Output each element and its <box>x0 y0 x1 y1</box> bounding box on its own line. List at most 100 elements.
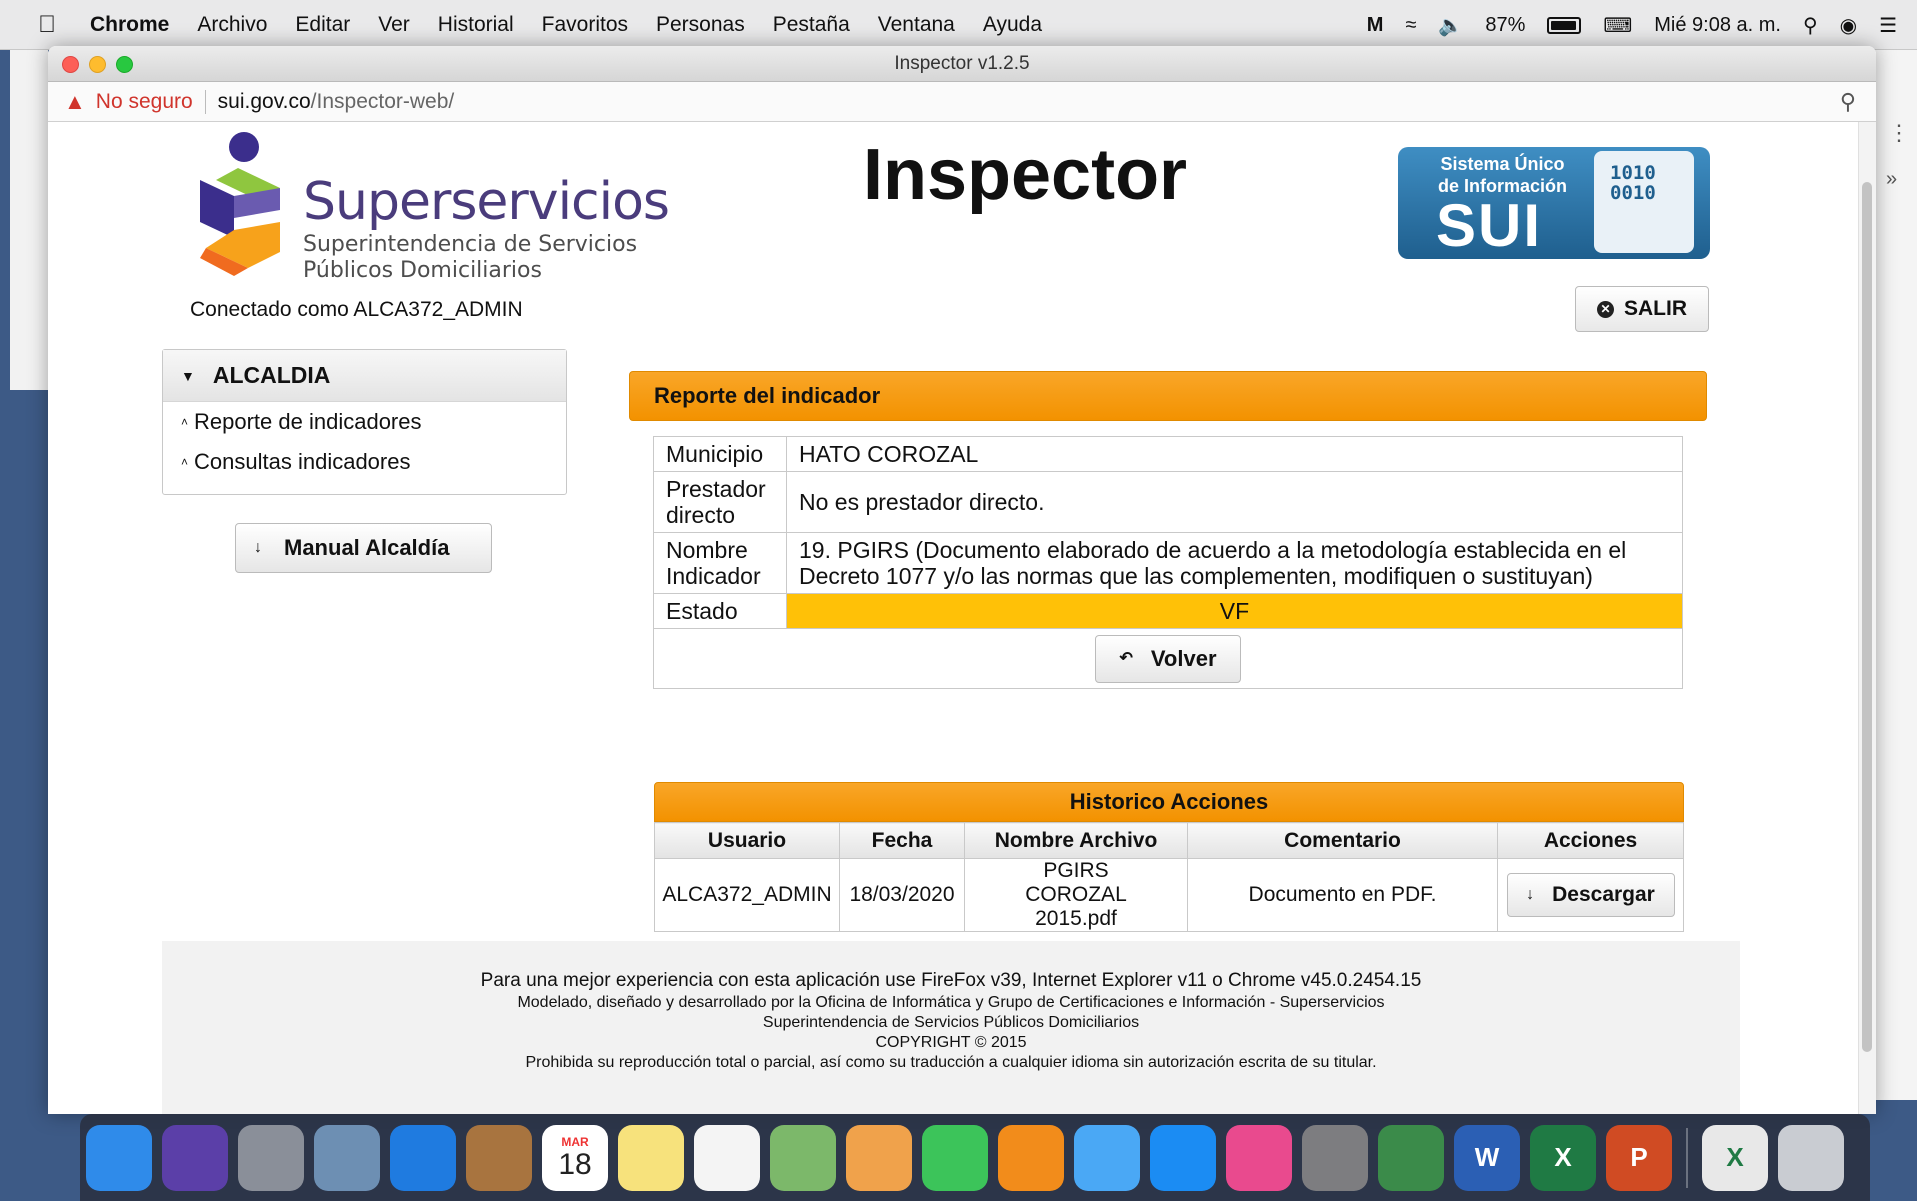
siri-menubar-icon[interactable]: ◉ <box>1840 13 1857 38</box>
menu-ver[interactable]: Ver <box>378 13 410 37</box>
sidebar-item-label: Consultas indicadores <box>194 449 411 474</box>
download-arrow-icon: ↓ <box>254 539 262 556</box>
keyboard-icon[interactable]: ⌨ <box>1603 13 1632 38</box>
wifi-icon[interactable]: ≈ <box>1405 14 1416 37</box>
safari-icon[interactable] <box>390 1124 456 1191</box>
municipio-label: Municipio <box>653 436 787 472</box>
sui-name: SUI <box>1436 192 1543 259</box>
excel-file-icon[interactable]: X <box>1702 1124 1768 1191</box>
page-footer: Para una mejor experiencia con esta apli… <box>162 941 1740 1114</box>
finder-icon[interactable] <box>86 1124 152 1191</box>
battery-percent[interactable]: 87% <box>1485 14 1525 37</box>
column-usuario: Usuario <box>654 822 840 859</box>
apple-icon[interactable]:  <box>38 11 72 39</box>
powerpoint-icon[interactable]: P <box>1606 1124 1672 1191</box>
table-row: ↶ Volver <box>653 628 1683 689</box>
battery-icon[interactable] <box>1547 16 1582 34</box>
more-menu-icon[interactable]: ⋮ <box>1888 120 1910 146</box>
vertical-scrollbar[interactable] <box>1858 122 1876 1114</box>
url-path[interactable]: /Inspector-web/ <box>311 90 455 114</box>
reminders-icon[interactable] <box>694 1124 760 1191</box>
scrollbar-thumb[interactable] <box>1862 182 1872 1052</box>
excel-icon[interactable]: X <box>1530 1124 1596 1191</box>
chrome-icon[interactable] <box>1378 1124 1444 1191</box>
menu-ventana[interactable]: Ventana <box>878 13 955 37</box>
dock-separator <box>1686 1127 1688 1188</box>
maps-icon[interactable] <box>770 1124 836 1191</box>
table-row: ALCA372_ADMIN 18/03/2020 PGIRS COROZAL 2… <box>654 858 1684 932</box>
window-controls <box>62 56 133 73</box>
report-header: Reporte del indicador <box>629 371 1707 421</box>
browser-window: Inspector v1.2.5 ▲ No seguro sui.gov.co /… <box>48 46 1876 1114</box>
salir-button[interactable]: ✕ SALIR <box>1575 286 1709 332</box>
brand-name: Superservicios <box>303 172 670 232</box>
macos-dock: MAR 18 W X P X <box>80 1114 1870 1201</box>
sidebar-item-reporte-indicadores[interactable]: ˄ Reporte de indicadores <box>163 402 566 442</box>
bookmarks-overflow-icon[interactable]: » <box>1886 168 1897 191</box>
messages-icon[interactable] <box>1074 1124 1140 1191</box>
menu-favoritos[interactable]: Favoritos <box>542 13 628 37</box>
menu-editar[interactable]: Editar <box>295 13 350 37</box>
url-host[interactable]: sui.gov.co <box>218 90 311 114</box>
app-store-icon[interactable] <box>1150 1124 1216 1191</box>
facetime-icon[interactable] <box>922 1124 988 1191</box>
notification-center-icon[interactable]: ☰ <box>1879 13 1897 38</box>
spotlight-search-icon[interactable]: ⚲ <box>1803 13 1818 38</box>
mail-stamp-icon[interactable] <box>314 1124 380 1191</box>
column-fecha: Fecha <box>839 822 965 859</box>
close-window-button[interactable] <box>62 56 79 73</box>
back-arrow-icon: ↶ <box>1119 649 1133 667</box>
calendar-day: 18 <box>558 1147 592 1181</box>
photos-icon[interactable] <box>846 1124 912 1191</box>
descargar-label: Descargar <box>1552 883 1655 906</box>
estado-label: Estado <box>653 593 787 629</box>
word-icon[interactable]: W <box>1454 1124 1520 1191</box>
fecha-cell: 18/03/2020 <box>839 858 965 932</box>
address-divider <box>204 89 206 114</box>
menu-personas[interactable]: Personas <box>656 13 745 37</box>
acciones-cell: ↓ Descargar <box>1497 858 1684 932</box>
launchpad-icon[interactable] <box>238 1124 304 1191</box>
sidebar-item-consultas-indicadores[interactable]: ˄ Consultas indicadores <box>163 442 566 482</box>
zoom-icon[interactable]: ⚲ <box>1840 89 1856 115</box>
warning-icon[interactable]: ▲ <box>64 89 86 115</box>
volver-button[interactable]: ↶ Volver <box>1095 634 1241 683</box>
download-arrow-icon: ↓ <box>1526 886 1535 903</box>
manual-alcaldia-button[interactable]: ↓ Manual Alcaldía <box>235 523 492 573</box>
menu-ayuda[interactable]: Ayuda <box>983 13 1042 37</box>
descargar-button[interactable]: ↓ Descargar <box>1506 873 1675 917</box>
malwarebytes-icon[interactable]: M <box>1367 14 1384 37</box>
volume-icon[interactable]: 🔈 <box>1438 13 1463 38</box>
itunes-icon[interactable] <box>1226 1124 1292 1191</box>
address-bar[interactable]: ▲ No seguro sui.gov.co/Inspector-web/ ⚲ <box>48 82 1876 122</box>
minimize-window-button[interactable] <box>89 56 106 73</box>
zoom-window-button[interactable] <box>116 56 133 73</box>
caret-down-icon: ▼ <box>181 367 195 384</box>
menu-historial[interactable]: Historial <box>438 13 514 37</box>
trash-icon[interactable] <box>1778 1124 1844 1191</box>
caret-up-icon: ˄ <box>181 415 189 429</box>
footer-copyright: COPYRIGHT © 2015 <box>875 1034 1027 1051</box>
notes-icon[interactable] <box>618 1124 684 1191</box>
siri-icon[interactable] <box>162 1124 228 1191</box>
menu-archivo[interactable]: Archivo <box>197 13 267 37</box>
menu-app-name[interactable]: Chrome <box>90 13 169 37</box>
calendar-month: MAR <box>561 1134 589 1149</box>
table-row: Prestador directo No es prestador direct… <box>653 471 1683 533</box>
footer-browser-note: Para una mejor experiencia con esta apli… <box>480 970 1422 991</box>
salir-label: SALIR <box>1624 297 1687 320</box>
sidebar-item-label: Reporte de indicadores <box>194 409 422 434</box>
system-preferences-icon[interactable] <box>1302 1124 1368 1191</box>
sidebar-section-header[interactable]: ▼ ALCALDIA <box>163 350 566 402</box>
menu-pestana[interactable]: Pestaña <box>773 13 850 37</box>
brand-block: Superservicios Superintendencia de Servi… <box>303 172 670 284</box>
books-icon[interactable] <box>998 1124 1064 1191</box>
contacts-icon[interactable] <box>466 1124 532 1191</box>
brand-subtitle-1: Superintendencia de Servicios <box>303 232 638 257</box>
table-row: Municipio HATO COROZAL <box>653 436 1683 472</box>
page-viewport: Superservicios Superintendencia de Servi… <box>48 122 1876 1114</box>
table-row: Nombre Indicador 19. PGIRS (Documento el… <box>653 532 1683 594</box>
security-label[interactable]: No seguro <box>96 90 193 114</box>
menubar-clock[interactable]: Mié 9:08 a. m. <box>1654 14 1781 37</box>
calendar-icon[interactable]: MAR 18 <box>542 1124 608 1191</box>
